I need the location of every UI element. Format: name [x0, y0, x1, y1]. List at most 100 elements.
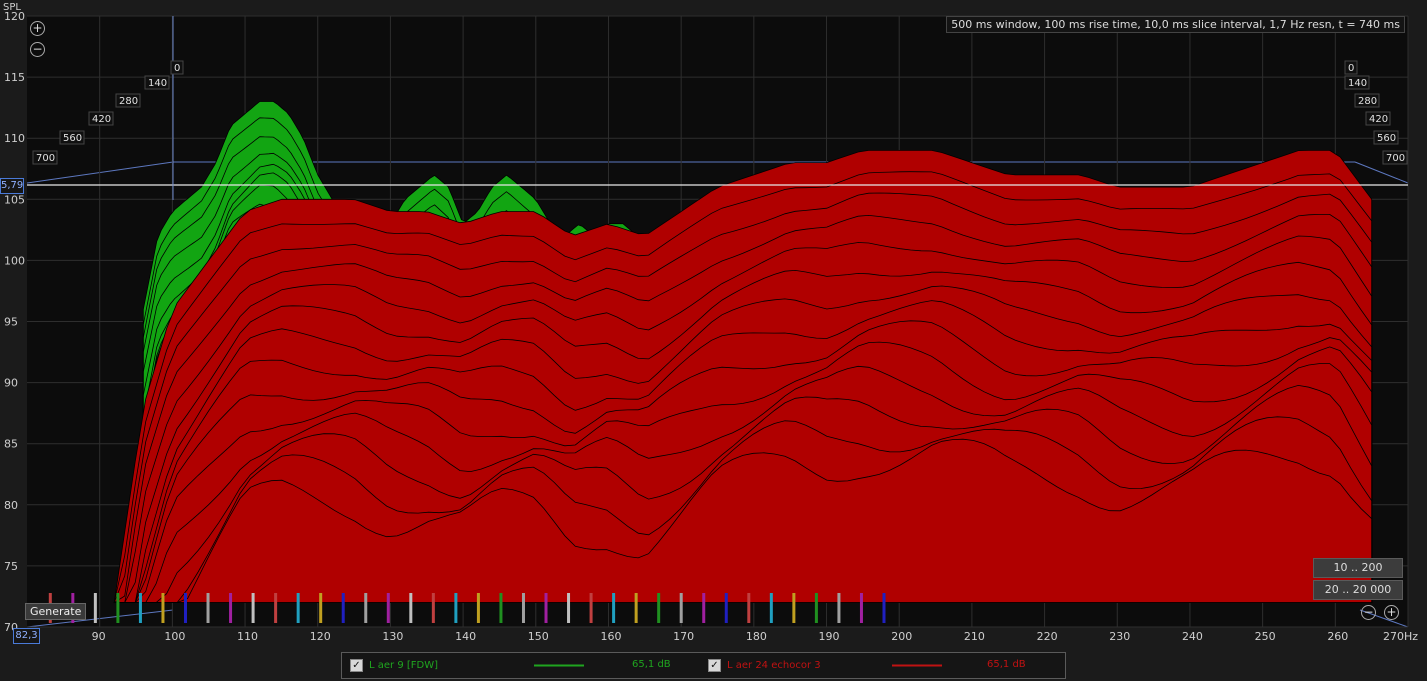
range-20-20000-button[interactable]: 20 .. 20 000: [1313, 580, 1403, 600]
time-tick-left: 700: [36, 153, 55, 164]
legend-value-echocor: 65,1 dB: [987, 659, 1026, 670]
resonance-marker: [859, 593, 863, 623]
resonance-marker: [274, 593, 278, 623]
legend-swatch-echocor: [892, 664, 942, 667]
time-tick-right: 140: [1348, 78, 1367, 89]
x-tick-label: 210: [964, 630, 985, 643]
legend-item-echocor[interactable]: ✓ L aer 24 echocor 3: [708, 653, 821, 678]
time-tick-right: 560: [1377, 133, 1396, 144]
time-tick-left: 420: [92, 114, 111, 125]
y-axis-label: SPL: [3, 2, 21, 13]
x-tick-label: 260: [1327, 630, 1348, 643]
x-tick-label: 270Hz: [1383, 630, 1418, 643]
zoom-in-icon[interactable]: +: [30, 21, 45, 36]
resonance-marker: [499, 593, 503, 623]
y-cursor-readout: 5,79: [0, 178, 24, 194]
resonance-marker: [769, 593, 773, 623]
resonance-marker: [431, 593, 435, 623]
x-zoom-in-icon[interactable]: +: [1384, 605, 1399, 620]
resonance-marker: [612, 593, 616, 623]
analysis-info-label: 500 ms window, 100 ms rise time, 10,0 ms…: [946, 16, 1405, 33]
resonance-marker: [341, 593, 345, 623]
y-tick-label: 75: [4, 560, 18, 573]
legend-panel: ✓ L aer 9 [FDW] 65,1 dB ✓ L aer 24 echoc…: [341, 652, 1066, 679]
y-tick-label: 95: [4, 316, 18, 329]
x-tick-label: 170: [673, 630, 694, 643]
resonance-marker: [589, 593, 593, 623]
time-tick-right: 700: [1386, 153, 1405, 164]
y-tick-label: 115: [4, 71, 25, 84]
resonance-marker: [544, 593, 548, 623]
x-tick-label: 110: [237, 630, 258, 643]
x-tick-label: 90: [92, 630, 106, 643]
waterfall-chart: 707580859095100105110115120 90 100 110 120 1…: [3, 2, 1419, 643]
legend-swatch-fdw: [534, 664, 584, 667]
time-tick-left: 280: [119, 96, 138, 107]
legend-value-fdw: 65,1 dB: [632, 659, 671, 670]
resonance-marker: [386, 593, 390, 623]
zoom-out-icon[interactable]: −: [30, 42, 45, 57]
y-tick-label: 85: [4, 438, 18, 451]
time-tick-left: 140: [148, 78, 167, 89]
legend-label-fdw: L aer 9 [FDW]: [369, 660, 439, 671]
resonance-marker: [409, 593, 413, 623]
x-tick-label: 220: [1037, 630, 1058, 643]
x-tick-label: 140: [455, 630, 476, 643]
time-tick-left: 0: [174, 63, 180, 74]
x-zoom-out-icon[interactable]: −: [1361, 605, 1376, 620]
resonance-marker: [364, 593, 368, 623]
x-tick-label: 120: [310, 630, 331, 643]
resonance-marker: [93, 593, 97, 623]
resonance-marker: [837, 593, 841, 623]
generate-button[interactable]: Generate: [25, 603, 87, 620]
x-tick-label: 190: [819, 630, 840, 643]
y-tick-label: 90: [4, 377, 18, 390]
resonance-marker: [567, 593, 571, 623]
x-cursor-readout: 82,3: [13, 628, 40, 644]
time-tick-right: 280: [1358, 96, 1377, 107]
resonance-marker: [814, 593, 818, 623]
x-tick-label: 180: [746, 630, 767, 643]
resonance-marker: [319, 593, 323, 623]
time-tick-right: 0: [1348, 63, 1354, 74]
resonance-marker: [476, 593, 480, 623]
resonance-marker: [116, 593, 120, 623]
resonance-marker: [747, 593, 751, 623]
x-tick-label: 160: [600, 630, 621, 643]
x-tick-label: 230: [1109, 630, 1130, 643]
y-tick-label: 110: [4, 132, 25, 145]
x-tick-label: 240: [1182, 630, 1203, 643]
x-axis-ticks: 90 100 110 120 130 140 150 160 170 180 190 200 210 22…: [92, 630, 1419, 643]
range-10-200-button[interactable]: 10 .. 200: [1313, 558, 1403, 578]
resonance-marker: [679, 593, 683, 623]
legend-item-fdw[interactable]: ✓ L aer 9 [FDW]: [350, 653, 438, 678]
resonance-marker: [183, 593, 187, 623]
resonance-marker: [206, 593, 210, 623]
x-tick-label: 200: [891, 630, 912, 643]
resonance-marker: [702, 593, 706, 623]
legend-checkbox-fdw[interactable]: ✓: [350, 659, 363, 672]
resonance-marker: [792, 593, 796, 623]
x-tick-label: 150: [528, 630, 549, 643]
y-tick-label: 100: [4, 254, 25, 267]
resonance-marker: [161, 593, 165, 623]
resonance-marker: [521, 593, 525, 623]
resonance-marker: [882, 593, 886, 623]
time-tick-right: 420: [1369, 114, 1388, 125]
resonance-marker: [634, 593, 638, 623]
resonance-marker: [296, 593, 300, 623]
x-tick-label: 250: [1255, 630, 1276, 643]
resonance-marker: [229, 593, 233, 623]
y-tick-label: 80: [4, 499, 18, 512]
resonance-marker: [138, 593, 142, 623]
resonance-marker: [657, 593, 661, 623]
x-tick-label: 100: [164, 630, 185, 643]
y-tick-label: 105: [4, 193, 25, 206]
x-tick-label: 130: [382, 630, 403, 643]
resonance-marker: [454, 593, 458, 623]
legend-label-echocor: L aer 24 echocor 3: [727, 660, 821, 671]
legend-checkbox-echocor[interactable]: ✓: [708, 659, 721, 672]
resonance-marker: [251, 593, 255, 623]
resonance-marker: [724, 593, 728, 623]
y-axis-ticks: 707580859095100105110115120: [4, 10, 25, 634]
